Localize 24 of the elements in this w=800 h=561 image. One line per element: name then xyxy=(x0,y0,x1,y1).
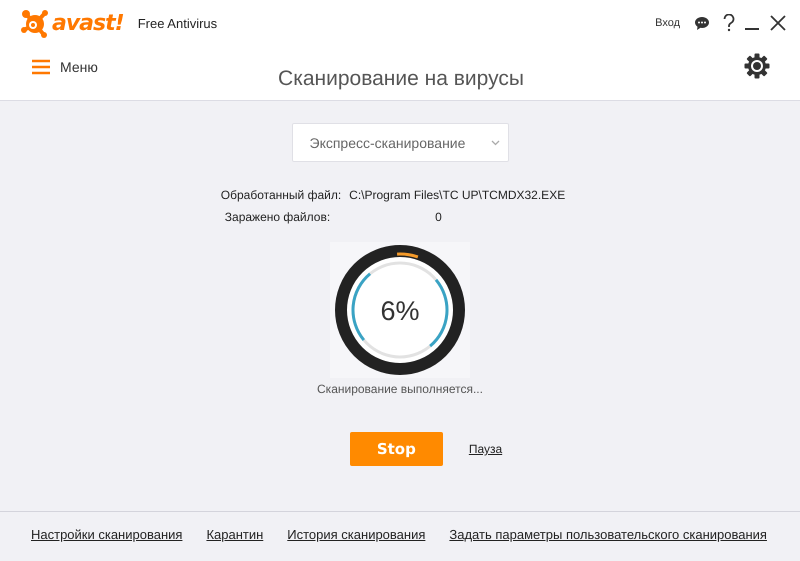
info-value: 0 xyxy=(434,210,443,224)
footer-link[interactable]: Задать параметры пользовательского сканирования xyxy=(449,527,767,542)
chevron-icon xyxy=(490,140,500,146)
page-title: Сканирование на вирусы xyxy=(278,67,524,91)
menu-button[interactable]: Меню xyxy=(32,59,98,75)
footer-link[interactable]: Настройки сканирования xyxy=(31,527,182,542)
footer-link[interactable]: История сканирования xyxy=(287,527,426,542)
info-value: C:\Program Files\TC UP\TCMDX32.EXE xyxy=(349,188,566,202)
footer-link[interactable]: Карантин xyxy=(206,527,264,542)
scan-status: Сканирование выполняется... xyxy=(317,382,483,396)
menu-icon xyxy=(32,59,50,75)
scan-type-dropdown[interactable]: Экспресс-сканирование xyxy=(292,123,508,162)
progress-percent: 6% xyxy=(380,296,420,326)
help-icon[interactable] xyxy=(722,14,736,32)
login-link[interactable]: Вход xyxy=(655,17,680,29)
close-icon[interactable] xyxy=(770,15,786,31)
chat-icon[interactable] xyxy=(694,16,710,30)
info-label: Заражено файлов: xyxy=(224,210,332,224)
product-name: Free Antivirus xyxy=(138,16,218,30)
logo-text: avast! xyxy=(52,10,124,36)
logo-icon xyxy=(20,8,50,38)
info-label: Обработанный файл: xyxy=(220,188,342,202)
pause-link[interactable]: Пауза xyxy=(468,442,502,456)
settings-icon[interactable] xyxy=(744,53,770,79)
